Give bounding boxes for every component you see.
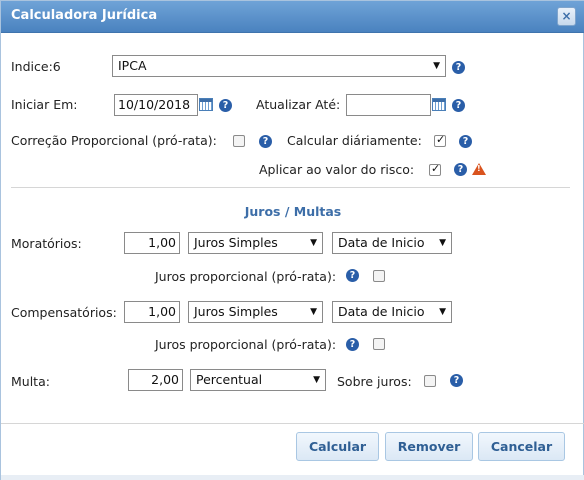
calculadora-dialog: Calculadora Jurídica × Indice:6 IPCA ▼ ?… (0, 0, 584, 480)
chevron-down-icon: ▼ (439, 307, 446, 317)
compensatorios-tipo-value: Juros Simples (194, 304, 278, 319)
help-icon[interactable]: ? (450, 374, 463, 387)
help-icon[interactable]: ? (452, 99, 465, 112)
close-button[interactable]: × (557, 7, 576, 26)
compensatorios-rate-field[interactable]: 1,00 (124, 301, 180, 323)
chevron-down-icon: ▼ (310, 307, 317, 317)
dialog-titlebar[interactable]: Calculadora Jurídica × (1, 1, 584, 33)
dialog-title: Calculadora Jurídica (11, 8, 158, 23)
compensatorios-tipo-select[interactable]: Juros Simples ▼ (188, 301, 323, 323)
chevron-down-icon: ▼ (433, 61, 440, 71)
aplicar-risco-checkbox[interactable] (429, 162, 441, 176)
calendar-icon[interactable] (199, 98, 213, 111)
indice-selected-value: IPCA (118, 58, 147, 73)
aplicar-risco-label: Aplicar ao valor do risco: (259, 162, 415, 177)
help-icon[interactable]: ? (346, 269, 359, 282)
warning-icon: ! (472, 163, 486, 175)
moratorios-tipo-select[interactable]: Juros Simples ▼ (188, 232, 323, 254)
calcular-diariamente-checkbox[interactable] (434, 133, 446, 147)
calendar-icon[interactable] (432, 98, 446, 111)
moratorios-rate-field[interactable]: 1,00 (124, 232, 180, 254)
iniciar-label: Iniciar Em: (11, 97, 78, 112)
indice-select[interactable]: IPCA ▼ (112, 55, 446, 77)
compensatorios-prorata-checkbox[interactable] (373, 338, 385, 350)
moratorios-label: Moratórios: (11, 236, 82, 251)
moratorios-data-value: Data de Inicio (338, 235, 425, 250)
compensatorios-prorata-label: Juros proporcional (pró-rata): (155, 337, 337, 352)
section-divider (11, 187, 570, 188)
multa-tipo-value: Percentual (196, 372, 263, 387)
help-icon[interactable]: ? (454, 163, 467, 176)
warning-icon-mark: ! (477, 164, 481, 173)
moratorios-prorata-checkbox[interactable] (373, 270, 385, 282)
correcao-checkbox[interactable] (233, 135, 245, 147)
calcular-button[interactable]: Calcular (296, 432, 379, 461)
footer-divider (1, 423, 584, 424)
iniciar-date-field[interactable]: 10/10/2018 (114, 94, 198, 116)
atualizar-label: Atualizar Até: (256, 97, 341, 112)
moratorios-data-select[interactable]: Data de Inicio ▼ (332, 232, 452, 254)
chevron-down-icon: ▼ (310, 238, 317, 248)
dialog-bottom-edge (1, 475, 584, 480)
indice-label: Indice:6 (11, 59, 61, 74)
help-icon[interactable]: ? (219, 99, 232, 112)
compensatorios-label: Compensatórios: (11, 305, 117, 320)
help-icon[interactable]: ? (259, 135, 272, 148)
remover-button[interactable]: Remover (385, 432, 473, 461)
chevron-down-icon: ▼ (439, 238, 446, 248)
atualizar-date-field[interactable] (346, 94, 431, 116)
chevron-down-icon: ▼ (313, 375, 320, 385)
correcao-label: Correção Proporcional (pró-rata): (11, 133, 217, 148)
calcular-diariamente-label: Calcular diáriamente: (287, 133, 422, 148)
compensatorios-data-value: Data de Inicio (338, 304, 425, 319)
multa-label: Multa: (11, 374, 50, 389)
cancelar-button[interactable]: Cancelar (478, 432, 565, 461)
moratorios-prorata-label: Juros proporcional (pró-rata): (155, 269, 337, 284)
multa-rate-field[interactable]: 2,00 (128, 369, 183, 391)
sobre-juros-label: Sobre juros: (337, 374, 412, 389)
help-icon[interactable]: ? (459, 135, 472, 148)
multa-tipo-select[interactable]: Percentual ▼ (190, 369, 326, 391)
help-icon[interactable]: ? (452, 61, 465, 74)
section-title-juros-multas: Juros / Multas (244, 204, 342, 219)
help-icon[interactable]: ? (346, 338, 359, 351)
compensatorios-data-select[interactable]: Data de Inicio ▼ (332, 301, 452, 323)
sobre-juros-checkbox[interactable] (424, 375, 436, 387)
moratorios-tipo-value: Juros Simples (194, 235, 278, 250)
